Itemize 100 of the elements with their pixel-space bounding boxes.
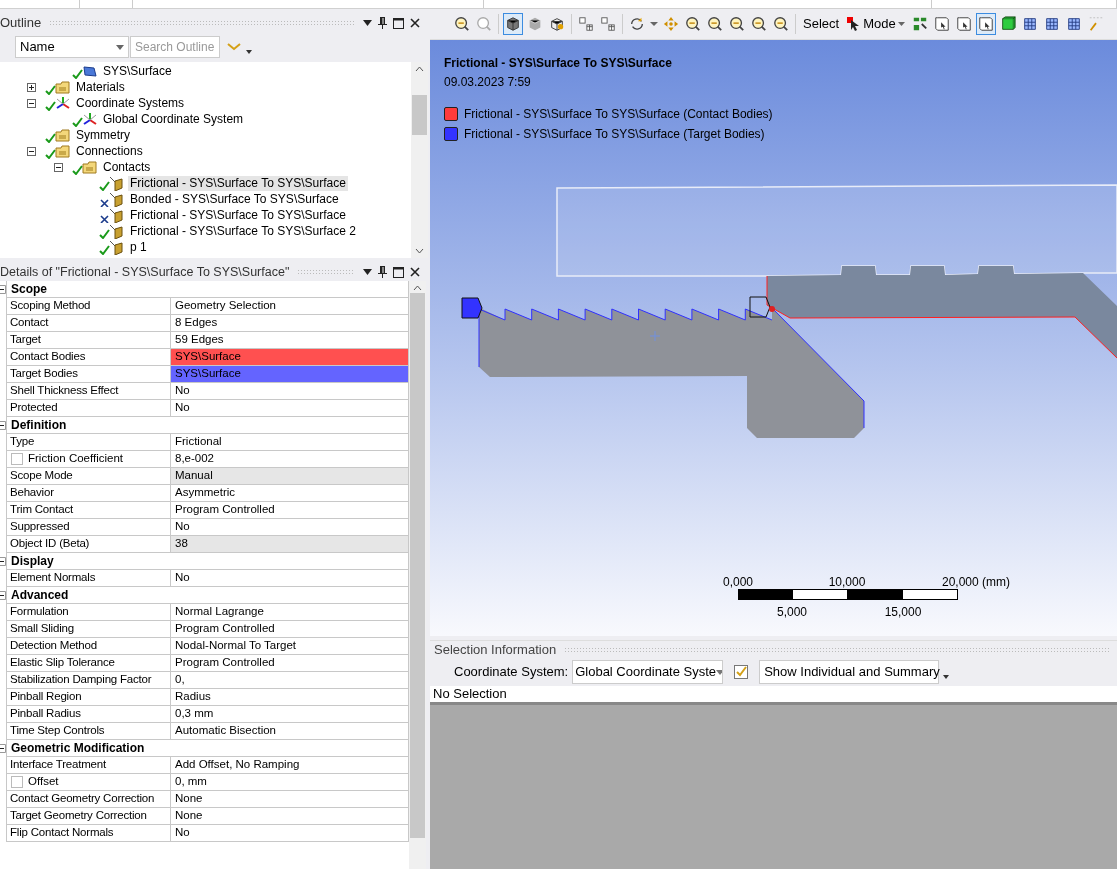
property-value[interactable]: Frictional xyxy=(171,434,409,451)
tree-item[interactable]: Frictional - SYS\Surface To SYS\Surface 2 xyxy=(128,223,358,239)
pin-icon[interactable] xyxy=(378,266,387,278)
property-value[interactable]: Nodal-Normal To Target xyxy=(171,638,409,655)
tree-item[interactable]: Frictional - SYS\Surface To SYS\Surface xyxy=(128,207,348,223)
search-field[interactable]: Search Outline xyxy=(130,36,220,58)
scale-label: 5,000 xyxy=(777,604,807,621)
selection-filter-icon xyxy=(911,16,928,32)
property-value[interactable]: SYS\Surface xyxy=(171,349,409,366)
graphics-viewport[interactable] xyxy=(430,40,1117,636)
scroll-down-icon[interactable] xyxy=(415,248,424,254)
property-value[interactable]: No xyxy=(171,825,409,842)
tree-item[interactable]: Materials xyxy=(74,79,127,95)
collapse-icon[interactable] xyxy=(27,98,36,108)
pin-icon[interactable] xyxy=(378,17,387,29)
sort-dropdown[interactable]: Name xyxy=(15,36,129,58)
checkbox[interactable] xyxy=(11,776,23,788)
scale-label: 10,000 xyxy=(828,574,866,591)
property-value[interactable]: None xyxy=(171,791,409,808)
collapse-icon[interactable] xyxy=(54,162,63,172)
property-value[interactable]: Geometry Selection xyxy=(171,298,409,315)
property-label: Suppressed xyxy=(6,519,171,536)
zoom-icon xyxy=(751,16,767,32)
tree-item[interactable]: Contacts xyxy=(101,159,153,175)
property-value[interactable]: 8,e-002 xyxy=(171,451,409,468)
property-label: Interface Treatment xyxy=(6,757,171,774)
property-value[interactable]: SYS\Surface xyxy=(171,366,409,383)
tree-item[interactable]: p 1 xyxy=(128,239,149,255)
scroll-thumb[interactable] xyxy=(410,293,425,838)
property-value[interactable]: No xyxy=(171,383,409,400)
contact-region-icon xyxy=(109,239,124,255)
coordinate-axes-icon xyxy=(55,95,70,111)
tree-item[interactable]: Coordinate Systems xyxy=(74,95,187,111)
scroll-up-icon[interactable] xyxy=(415,66,424,72)
property-value[interactable]: No xyxy=(171,570,409,587)
property-value[interactable]: Program Controlled xyxy=(171,502,409,519)
dropdown-arrow-icon[interactable] xyxy=(943,675,950,679)
collapse-icon[interactable] xyxy=(0,421,6,430)
property-value[interactable]: Add Offset, No Ramping xyxy=(171,757,409,774)
maximize-icon[interactable] xyxy=(393,266,404,278)
property-value[interactable]: 0, mm xyxy=(171,774,409,791)
property-value[interactable]: Automatic Bisection xyxy=(171,723,409,740)
result-title: Frictional - SYS\Surface To SYS\Surface xyxy=(444,55,673,72)
box-select-icon xyxy=(977,16,994,32)
select-button[interactable]: Select xyxy=(800,13,843,35)
maximize-icon[interactable] xyxy=(393,17,404,29)
property-value[interactable]: Radius xyxy=(171,689,409,706)
property-label: Protected xyxy=(6,400,171,417)
property-label: Type xyxy=(6,434,171,451)
property-label: Target xyxy=(6,332,171,349)
property-value[interactable]: No xyxy=(171,519,409,536)
property-value[interactable]: Program Controlled xyxy=(171,621,409,638)
property-value[interactable]: 0,3 mm xyxy=(171,706,409,723)
scroll-thumb[interactable] xyxy=(412,95,427,135)
close-icon[interactable] xyxy=(410,18,420,28)
property-value[interactable]: None xyxy=(171,808,409,825)
property-value[interactable]: 59 Edges xyxy=(171,332,409,349)
tree-item[interactable]: Bonded - SYS\Surface To SYS\Surface xyxy=(128,191,341,207)
checkbox-icon[interactable] xyxy=(733,664,750,680)
mesh-cube-icon xyxy=(1043,16,1060,32)
property-value[interactable]: No xyxy=(171,400,409,417)
collapse-icon[interactable] xyxy=(0,591,6,600)
mesh-cube-icon xyxy=(1021,16,1038,32)
property-label: Pinball Region xyxy=(6,689,171,706)
property-value[interactable]: Normal Lagrange xyxy=(171,604,409,621)
collapse-icon[interactable] xyxy=(0,285,6,294)
toolbar-button[interactable] xyxy=(503,13,523,35)
dropdown-arrow-icon[interactable] xyxy=(363,20,372,26)
tree-item[interactable]: Global Coordinate System xyxy=(101,111,246,127)
property-value[interactable]: 8 Edges xyxy=(171,315,409,332)
tree-item[interactable]: Connections xyxy=(74,143,145,159)
dropdown-arrow-icon[interactable] xyxy=(246,50,252,54)
zoom-icon xyxy=(476,16,492,32)
collapse-icon[interactable] xyxy=(0,557,6,566)
tree-item[interactable]: Symmetry xyxy=(74,127,132,143)
tree-item[interactable]: SYS\Surface xyxy=(101,63,174,79)
property-label: Trim Contact xyxy=(6,502,171,519)
collapse-icon[interactable] xyxy=(0,744,6,753)
display-mode-dropdown[interactable]: Show Individual and Summary xyxy=(759,660,940,684)
dropdown-arrow-icon[interactable] xyxy=(363,269,372,275)
property-label: Contact xyxy=(6,315,171,332)
cube-icon xyxy=(527,16,543,32)
coordinate-system-dropdown[interactable]: Global Coordinate Syste xyxy=(572,660,724,684)
close-icon[interactable] xyxy=(410,267,420,277)
mode-button[interactable]: Mode xyxy=(844,13,908,35)
legend-label: Frictional - SYS\Surface To SYS\Surface (Target Bodies) xyxy=(464,126,765,143)
property-value[interactable]: Program Controlled xyxy=(171,655,409,672)
collapse-icon[interactable] xyxy=(27,146,36,156)
property-label: Behavior xyxy=(6,485,171,502)
dropdown-arrow-icon xyxy=(716,669,723,675)
property-value[interactable]: 0, xyxy=(171,672,409,689)
expand-icon[interactable] xyxy=(27,82,36,92)
checkbox[interactable] xyxy=(11,453,23,465)
scroll-up-icon[interactable] xyxy=(413,285,422,291)
tree-item[interactable]: Frictional - SYS\Surface To SYS\Surface xyxy=(128,175,348,191)
toolbar-button[interactable] xyxy=(975,13,996,35)
property-label: Friction Coefficient xyxy=(28,451,124,467)
mesh-cube-icon xyxy=(1065,16,1082,32)
field-label: Coordinate System: xyxy=(454,663,569,682)
property-value[interactable]: Asymmetric xyxy=(171,485,409,502)
